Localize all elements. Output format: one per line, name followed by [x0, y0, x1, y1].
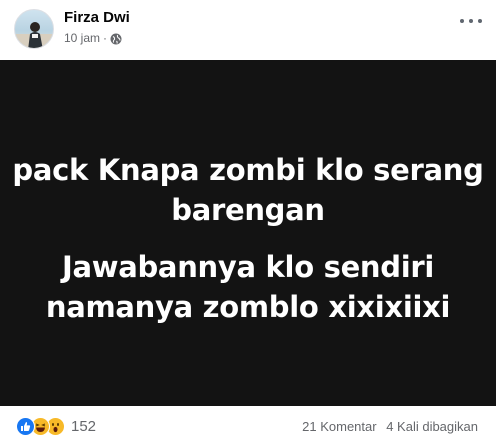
- meta-separator: ·: [103, 31, 108, 45]
- like-icon: [16, 417, 35, 436]
- avatar[interactable]: [14, 9, 54, 49]
- author-name[interactable]: Firza Dwi: [64, 9, 130, 26]
- post-image-text-line-3: Jawabannya klo sendiri: [61, 250, 435, 284]
- post-image-text-line-2: barengan: [171, 193, 325, 227]
- reaction-count: 152: [71, 418, 97, 435]
- post-meta: 10 jam ·: [64, 30, 122, 46]
- comments-count-link[interactable]: 21 Komentar: [302, 419, 376, 434]
- post-header: Firza Dwi 10 jam ·: [0, 0, 496, 60]
- post-image-text-line-1: pack Knapa zombi klo serang: [12, 153, 484, 187]
- avatar-photo: [15, 22, 53, 48]
- post-footer: 152 21 Komentar 4 Kali dibagikan: [0, 406, 496, 445]
- post-timestamp[interactable]: 10 jam: [64, 31, 100, 45]
- globe-icon[interactable]: [110, 32, 122, 45]
- post-image[interactable]: [0, 60, 496, 406]
- post-stats: 21 Komentar 4 Kali dibagikan: [296, 419, 478, 434]
- more-options-icon[interactable]: [460, 14, 482, 28]
- post-image-text-line-4: namanya zomblo xixixiixi: [45, 290, 451, 324]
- shares-count-link[interactable]: 4 Kali dibagikan: [386, 419, 478, 434]
- reactions-summary[interactable]: 152: [16, 417, 96, 436]
